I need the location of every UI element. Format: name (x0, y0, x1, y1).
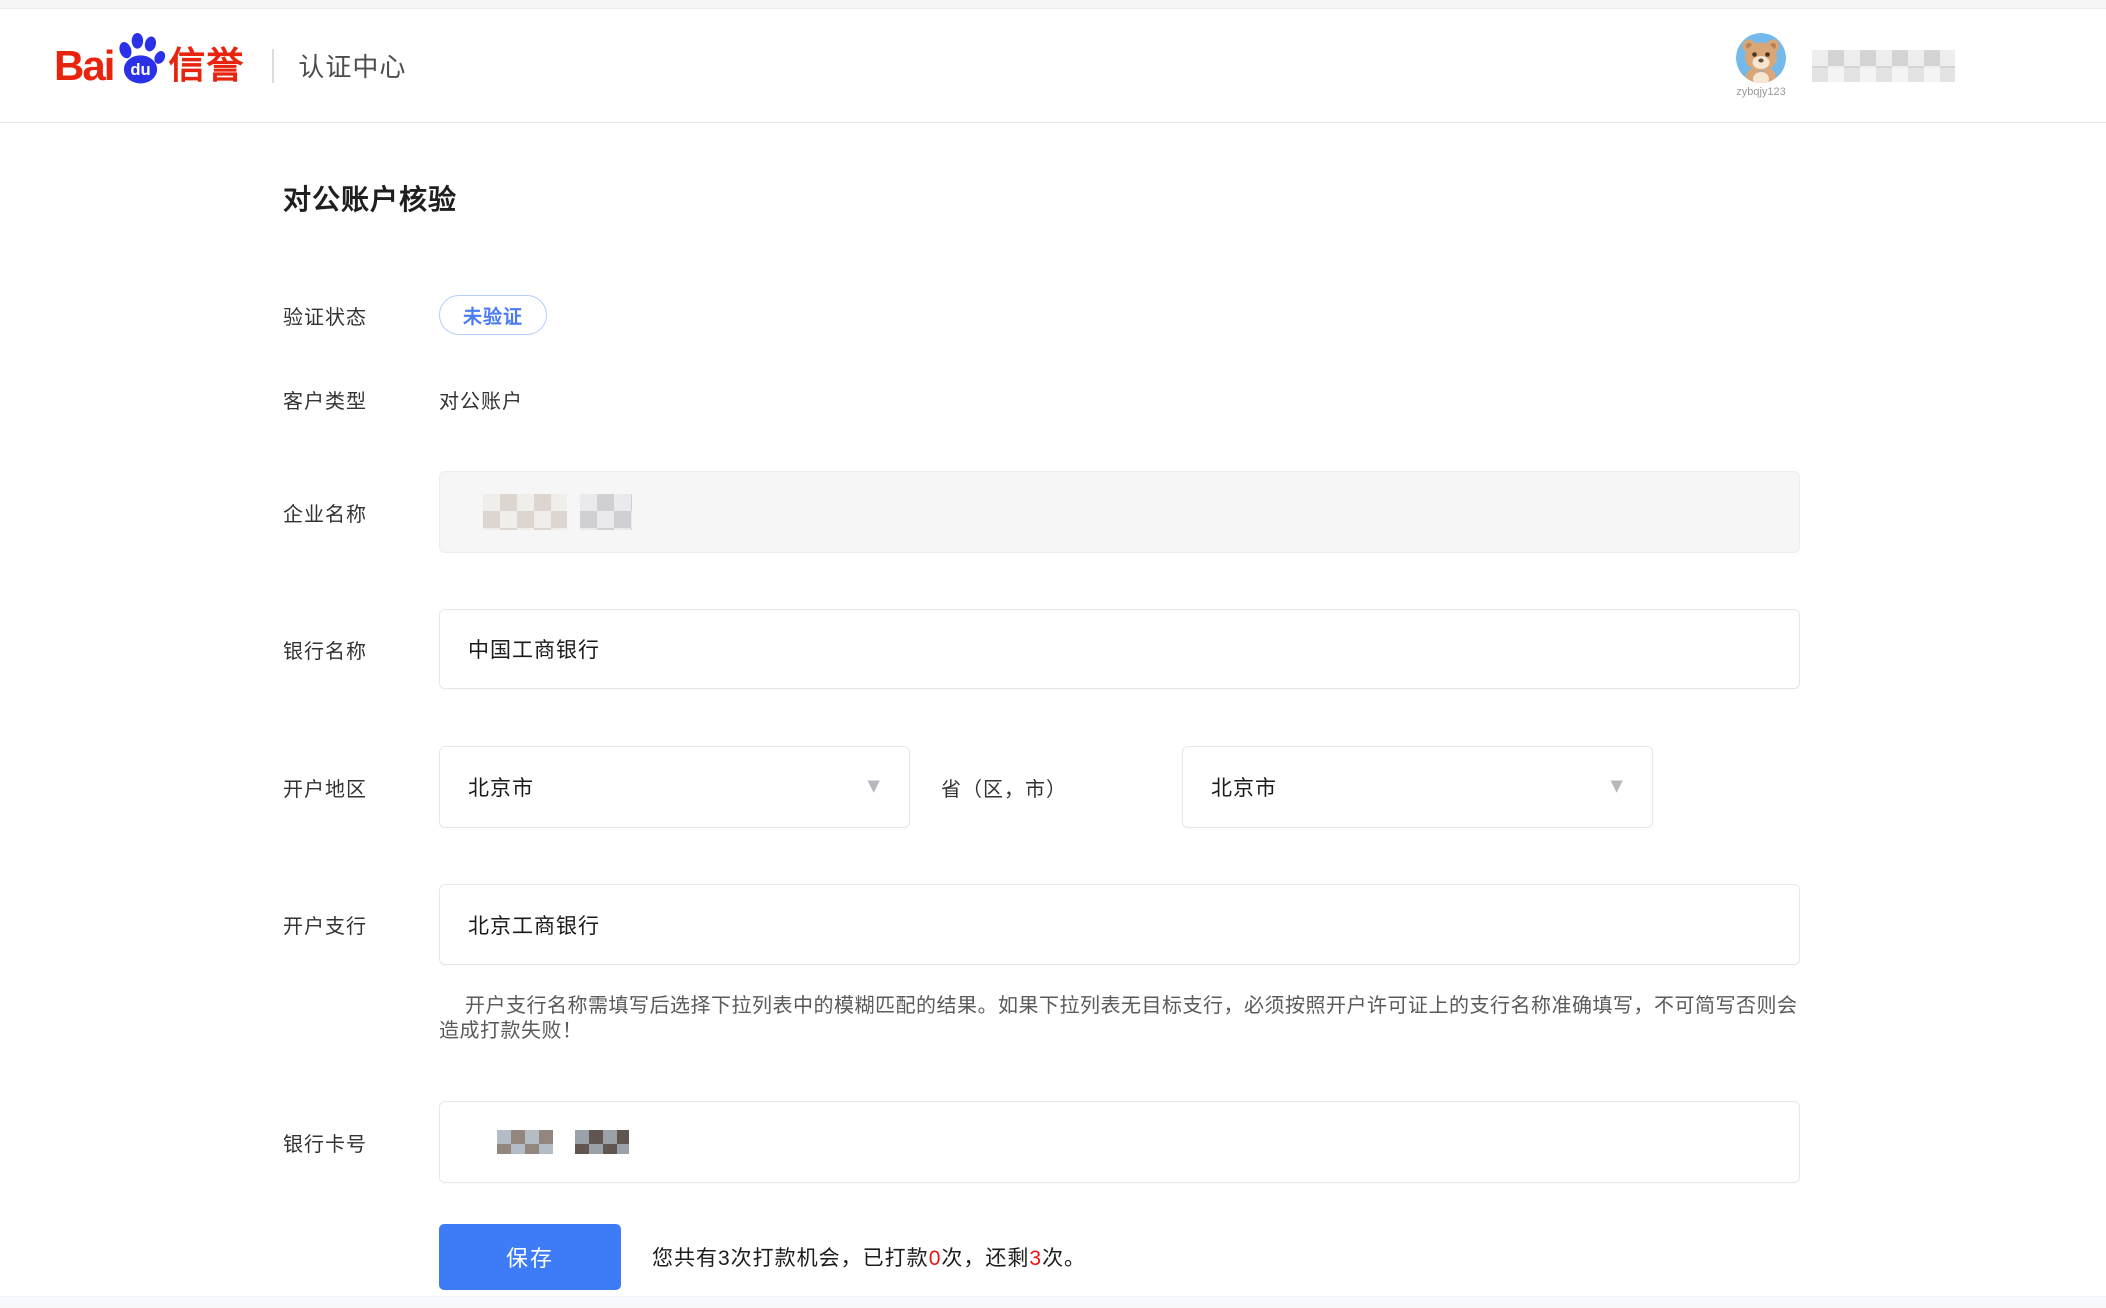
redacted-card-number (497, 1130, 553, 1154)
chevron-down-icon: ▼ (863, 776, 885, 797)
city-select-value: 北京市 (1211, 772, 1277, 802)
logo-brand-cn: 信誉 (168, 47, 244, 84)
customer-type-value: 对公账户 (439, 385, 523, 414)
header-title: 认证中心 (298, 47, 1736, 84)
baidu-paw-icon: du (114, 33, 166, 85)
payment-attempts-note: 您共有3次打款机会，已打款0次，还剩3次。 (652, 1242, 1086, 1272)
province-select[interactable]: 北京市 ▼ (439, 746, 910, 828)
row-branch-help: 开户支行名称需填写后选择下拉列表中的模糊匹配的结果。如果下拉列表无目标支行，必须… (283, 994, 2106, 1044)
status-badge: 未验证 (439, 295, 547, 335)
row-save: 保存 您共有3次打款机会，已打款0次，还剩3次。 (283, 1224, 2106, 1290)
card-number-label: 银行卡号 (283, 1128, 439, 1157)
redacted-company-name (483, 494, 567, 530)
user-avatar-block[interactable]: zybqjy123 (1736, 33, 1786, 98)
bank-name-value: 中国工商银行 (468, 634, 600, 664)
user-area: zybqjy123 (1736, 33, 1955, 98)
company-name-input (439, 471, 1800, 553)
customer-type-label: 客户类型 (283, 385, 439, 414)
redacted-company-name (580, 494, 632, 530)
region-label: 开户地区 (283, 773, 439, 802)
bank-name-label: 银行名称 (283, 635, 439, 664)
bank-name-input[interactable]: 中国工商银行 (439, 609, 1800, 689)
row-card-number: 银行卡号 (283, 1101, 2106, 1183)
bear-avatar-icon (1736, 33, 1786, 83)
branch-input[interactable]: 北京工商银行 (439, 884, 1800, 965)
verify-status-label: 验证状态 (283, 301, 439, 330)
header: Bai du 信誉 认证中心 (0, 9, 2106, 123)
row-company-name: 企业名称 (283, 471, 2106, 553)
row-branch: 开户支行 北京工商银行 (283, 884, 2106, 965)
header-divider (272, 49, 274, 83)
note-text-2: 次，还剩 (941, 1247, 1029, 1270)
note-left-count: 3 (1029, 1247, 1042, 1270)
bottom-edge-strip (0, 1296, 2106, 1308)
top-edge-strip (0, 0, 2106, 9)
branch-help-text: 开户支行名称需填写后选择下拉列表中的模糊匹配的结果。如果下拉列表无目标支行，必须… (439, 994, 1809, 1044)
card-number-input[interactable] (439, 1101, 1800, 1183)
branch-label: 开户支行 (283, 910, 439, 939)
redacted-card-number (575, 1130, 629, 1154)
redacted-display-name[interactable] (1812, 50, 1955, 82)
row-bank-name: 银行名称 中国工商银行 (283, 609, 2106, 689)
main-content: 对公账户核验 验证状态 未验证 客户类型 对公账户 企业名称 银行名称 中国工商… (0, 183, 2106, 1290)
username-label: zybqjy123 (1736, 86, 1786, 98)
branch-value: 北京工商银行 (468, 910, 600, 940)
baidu-logo[interactable]: Bai du 信誉 (54, 45, 244, 87)
logo-bai-text: Bai (54, 45, 113, 87)
note-text-3: 次。 (1042, 1247, 1086, 1270)
row-verify-status: 验证状态 未验证 (283, 294, 2106, 336)
city-select[interactable]: 北京市 ▼ (1182, 746, 1653, 828)
page: Bai du 信誉 认证中心 (0, 0, 2106, 1308)
note-text-1: 您共有3次打款机会，已打款 (652, 1247, 929, 1270)
row-customer-type: 客户类型 对公账户 (283, 386, 2106, 412)
company-name-label: 企业名称 (283, 498, 439, 527)
logo-du-text: du (131, 60, 151, 79)
save-button[interactable]: 保存 (439, 1224, 621, 1290)
chevron-down-icon: ▼ (1606, 776, 1628, 797)
page-title: 对公账户核验 (283, 183, 2106, 217)
row-region: 开户地区 北京市 ▼ 省（区，市） 北京市 ▼ (283, 746, 2106, 828)
user-avatar[interactable] (1736, 33, 1786, 83)
region-mid-label: 省（区，市） (941, 773, 1182, 802)
note-used-count: 0 (929, 1247, 942, 1270)
province-select-value: 北京市 (468, 772, 534, 802)
